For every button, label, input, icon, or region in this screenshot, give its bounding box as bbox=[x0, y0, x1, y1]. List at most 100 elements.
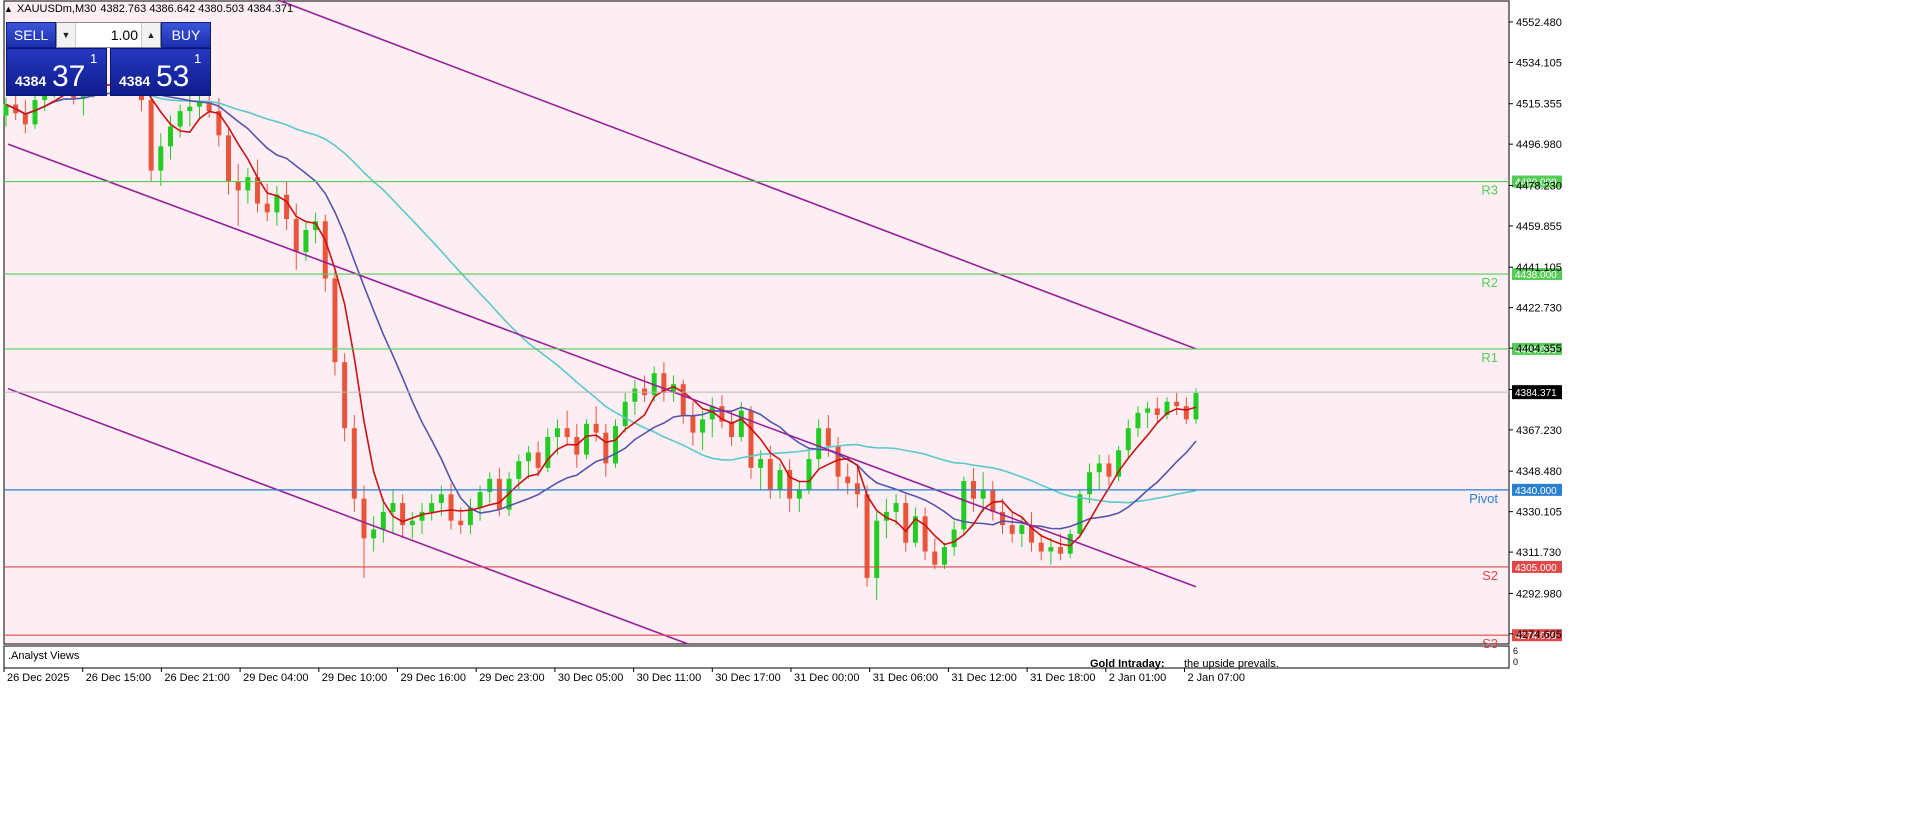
candle-body bbox=[854, 483, 860, 495]
time-tick-label: 31 Dec 00:00 bbox=[794, 672, 859, 684]
time-tick-label: 26 Dec 15:00 bbox=[86, 672, 151, 684]
candle-body bbox=[284, 194, 290, 220]
candle-body bbox=[516, 461, 522, 479]
indicator-text: the upside prevails. bbox=[1184, 658, 1279, 670]
time-tick-label: 26 Dec 2025 bbox=[7, 672, 69, 684]
lot-decrease-icon[interactable]: ▼ bbox=[57, 23, 76, 47]
candle-body bbox=[825, 428, 831, 446]
indicator-label: .Analyst Views bbox=[8, 650, 80, 662]
candle-body bbox=[758, 459, 764, 468]
candle-body bbox=[1145, 408, 1151, 413]
indicator-scale-max: 6 bbox=[1513, 646, 1518, 656]
candle-body bbox=[1019, 525, 1025, 534]
candle-body bbox=[932, 551, 938, 565]
candle bbox=[332, 269, 338, 376]
candle-body bbox=[419, 511, 425, 521]
candle-body bbox=[1087, 472, 1093, 495]
time-tick-label: 29 Dec 23:00 bbox=[479, 672, 544, 684]
symbol-header: ▲ XAUUSDm,M30 4382.763 4386.642 4380.503… bbox=[4, 3, 293, 15]
candle-body bbox=[1106, 463, 1112, 477]
candle-body bbox=[187, 106, 193, 112]
candle-body bbox=[680, 384, 686, 415]
candle-body bbox=[1154, 408, 1160, 415]
level-price-label: 4340.000 bbox=[1515, 486, 1557, 497]
candle-body bbox=[1125, 428, 1131, 451]
candle-body bbox=[990, 489, 996, 512]
candle-body bbox=[390, 503, 396, 512]
candle-body bbox=[1193, 392, 1199, 420]
candle-body bbox=[1048, 547, 1054, 552]
candle-body bbox=[816, 428, 822, 460]
plot-area bbox=[3, 0, 1510, 645]
candle-body bbox=[303, 230, 309, 253]
time-tick-label: 26 Dec 21:00 bbox=[164, 672, 229, 684]
price-tick-label: 4367.230 bbox=[1516, 425, 1562, 437]
candle-body bbox=[371, 529, 377, 539]
time-tick-label: 29 Dec 10:00 bbox=[322, 672, 387, 684]
level-name-r2: R2 bbox=[1481, 275, 1498, 290]
candle-body bbox=[293, 219, 299, 253]
candle-body bbox=[1038, 542, 1044, 552]
candle-body bbox=[1077, 494, 1083, 534]
candle bbox=[342, 353, 348, 442]
level-name-s2: S2 bbox=[1482, 568, 1498, 583]
collapse-arrow-icon[interactable]: ▲ bbox=[4, 4, 13, 14]
candle-body bbox=[148, 100, 154, 171]
candle-body bbox=[796, 489, 802, 499]
sell-price-button[interactable]: 4384 37 1 bbox=[6, 48, 107, 96]
candle-body bbox=[322, 221, 328, 279]
candle-body bbox=[564, 428, 570, 438]
candle bbox=[351, 414, 357, 512]
candle-body bbox=[245, 177, 251, 191]
candle-body bbox=[351, 428, 357, 499]
candle-body bbox=[767, 459, 773, 490]
indicator-window bbox=[3, 645, 1510, 669]
lot-size-field[interactable]: ▼ 1.00 ▲ bbox=[56, 22, 161, 48]
candle-body bbox=[874, 520, 880, 578]
candle-body bbox=[525, 452, 531, 462]
candle-body bbox=[864, 494, 870, 578]
buy-price-prefix: 4384 bbox=[119, 73, 151, 89]
time-tick-label: 30 Dec 11:00 bbox=[637, 672, 702, 684]
buy-price-button[interactable]: 4384 53 1 bbox=[110, 48, 211, 96]
price-tick-label: 4274.605 bbox=[1516, 629, 1562, 641]
lot-increase-icon[interactable]: ▲ bbox=[141, 23, 160, 47]
candle-body bbox=[922, 516, 928, 552]
time-tick-label: 29 Dec 16:00 bbox=[401, 672, 466, 684]
candle-body bbox=[777, 470, 783, 490]
time-tick-label: 30 Dec 17:00 bbox=[715, 672, 780, 684]
time-tick-label: 30 Dec 05:00 bbox=[558, 672, 623, 684]
candle-body bbox=[477, 492, 483, 508]
candle-body bbox=[738, 410, 744, 438]
level-name-pivot: Pivot bbox=[1469, 491, 1498, 506]
candle-body bbox=[1183, 406, 1189, 420]
buy-button[interactable]: BUY bbox=[161, 22, 211, 48]
price-tick-label: 4404.355 bbox=[1516, 343, 1562, 355]
candle-body bbox=[1135, 412, 1141, 429]
candle-body bbox=[32, 100, 38, 125]
candle-body bbox=[235, 181, 241, 191]
candle bbox=[961, 476, 967, 534]
candle-body bbox=[332, 278, 338, 363]
indicator-scale-min: 0 bbox=[1513, 657, 1518, 667]
candle-body bbox=[980, 489, 986, 499]
candle-body bbox=[613, 425, 619, 464]
candle-body bbox=[574, 437, 580, 455]
price-tick-label: 4478.230 bbox=[1516, 180, 1562, 192]
sell-button[interactable]: SELL bbox=[6, 22, 56, 48]
price-chart[interactable]: R3 4480.000R2 4438.000R1 4404.000Pivot 4340.… bbox=[0, 0, 1916, 840]
candle-body bbox=[632, 388, 638, 402]
candle-body bbox=[264, 203, 270, 213]
candle-body bbox=[438, 494, 444, 504]
lot-size-value[interactable]: 1.00 bbox=[77, 23, 138, 47]
candle-body bbox=[806, 459, 812, 490]
time-tick-label: 31 Dec 18:00 bbox=[1030, 672, 1095, 684]
candle-body bbox=[1058, 547, 1064, 554]
candle-body bbox=[1009, 525, 1015, 534]
sell-price-main: 37 bbox=[52, 60, 86, 93]
candle-body bbox=[177, 111, 183, 127]
candle-body bbox=[380, 511, 386, 530]
candle-body bbox=[167, 126, 173, 147]
candle-body bbox=[951, 529, 957, 548]
candle-body bbox=[554, 428, 560, 438]
